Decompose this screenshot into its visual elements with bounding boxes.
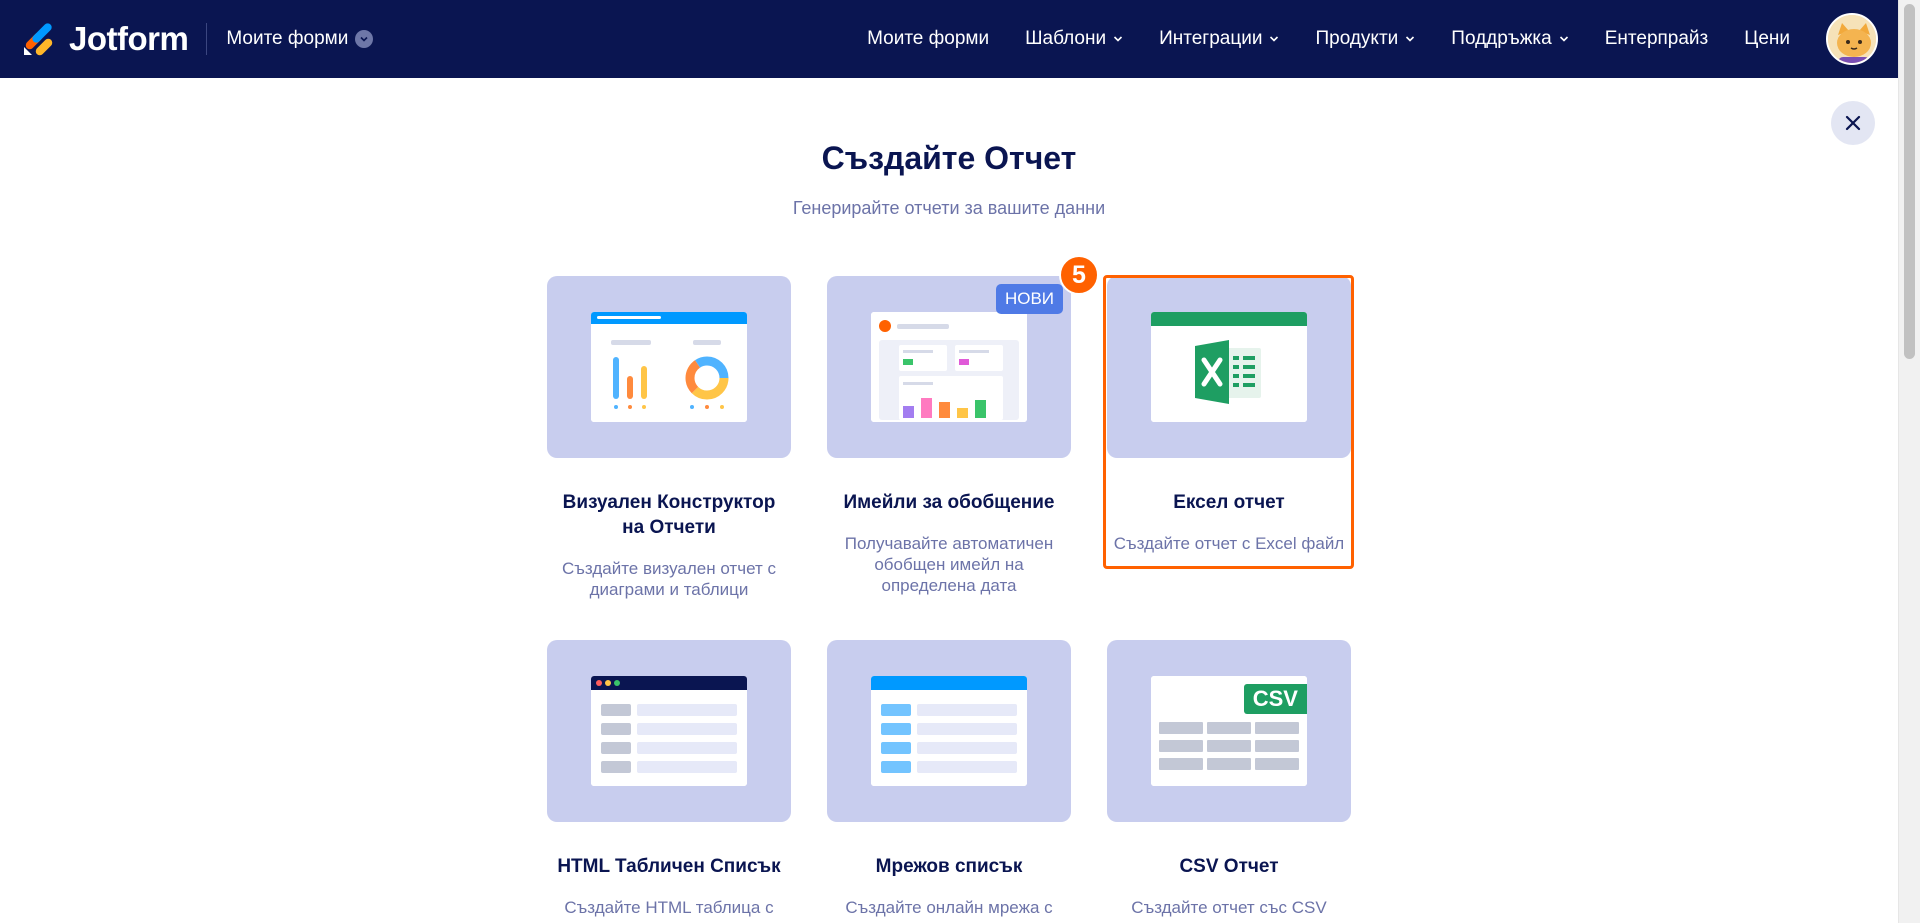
card-description: Създайте отчет със CSV (1131, 898, 1327, 917)
excel-icon (1151, 312, 1307, 422)
close-icon (1845, 115, 1861, 131)
chevron-down-icon (1559, 36, 1568, 42)
nav-enterprise[interactable]: Ентерпрайз (1605, 28, 1709, 50)
grid-list-icon (871, 676, 1027, 786)
nav-products[interactable]: Продукти (1315, 28, 1415, 50)
my-forms-dropdown[interactable]: Моите форми (226, 28, 374, 50)
report-card-csv[interactable]: CSV CSV Отчет Създайте отчет със CSV (1107, 640, 1351, 918)
csv-tag: CSV (1243, 684, 1307, 714)
chevron-down-icon (1114, 36, 1123, 42)
nav-my-forms[interactable]: Моите форми (867, 28, 989, 50)
card-title: Мрежов списък (875, 856, 1023, 877)
nav-support-label: Поддръжка (1451, 28, 1552, 49)
brand-name: Jotform (69, 20, 189, 57)
card-tile: НОВИ (827, 276, 1071, 458)
card-description: Създайте визуален отчет с диаграми и таб… (562, 559, 776, 599)
report-card-excel[interactable]: Ексел отчет Създайте отчет с Excel файл (1107, 276, 1351, 554)
card-tile (547, 640, 791, 822)
card-description: Създайте онлайн мрежа с (845, 898, 1053, 917)
chevron-down-icon (1270, 36, 1279, 42)
nav-enterprise-label: Ентерпрайз (1604, 28, 1709, 49)
card-title: Имейли за обобщение (843, 492, 1055, 513)
brand[interactable]: Jotform (22, 20, 189, 58)
scrollbar-thumb[interactable] (1904, 4, 1915, 359)
nav-templates[interactable]: Шаблони (1025, 28, 1123, 50)
page-scrollbar[interactable] (1898, 0, 1920, 923)
modal-title: Създайте Отчет (821, 140, 1077, 176)
jotform-logo-icon (24, 23, 53, 56)
card-title: CSV Отчет (1179, 856, 1279, 877)
card-description: Създайте HTML таблица с (564, 898, 774, 917)
report-card-html-table[interactable]: HTML Табличен Списък Създайте HTML табли… (547, 640, 791, 918)
card-tile (547, 276, 791, 458)
csv-preview: CSV (1151, 676, 1307, 786)
html-table-icon (591, 676, 747, 786)
chevron-down-icon (355, 30, 374, 48)
card-description: Създайте отчет с Excel файл (1113, 534, 1345, 553)
nav-support[interactable]: Поддръжка (1451, 28, 1568, 50)
cat-avatar-icon (1828, 15, 1876, 63)
page: Jotform Моите форми Моите форми Шаблони … (0, 0, 1920, 923)
chevron-down-icon (1406, 36, 1415, 42)
nav-my-forms-label: Моите форми (867, 28, 990, 49)
report-card-grid-list[interactable]: Мрежов списък Създайте онлайн мрежа с (827, 640, 1071, 918)
report-card-visual-builder[interactable]: Визуален Конструктор на Отчети Създайте … (547, 276, 791, 600)
email-dashboard-icon (871, 312, 1027, 422)
user-avatar[interactable] (1826, 13, 1878, 65)
step-badge: 5 (1059, 255, 1099, 295)
card-tile (827, 640, 1071, 822)
card-title: HTML Табличен Списък (557, 856, 781, 877)
nav-pricing[interactable]: Цени (1744, 28, 1790, 50)
modal-subtitle: Генерирайте отчети за вашите данни (792, 198, 1106, 218)
top-navigation-bar: Jotform Моите форми Моите форми Шаблони … (0, 0, 1898, 78)
card-title: Ексел отчет (1173, 492, 1285, 513)
nav-integrations-label: Интеграции (1159, 28, 1263, 49)
card-title: Визуален Конструктор на Отчети (562, 492, 776, 538)
nav-integrations[interactable]: Интеграции (1159, 28, 1279, 50)
close-button[interactable] (1831, 101, 1875, 145)
nav-pricing-label: Цени (1744, 28, 1790, 49)
card-tile: CSV (1107, 640, 1351, 822)
report-card-digest-emails[interactable]: НОВИ Имейли за обобщение Получавайте авт… (827, 276, 1071, 596)
card-description: Получавайте автоматичен обобщен имейл на… (844, 534, 1054, 595)
bar-and-donut-chart-icon (591, 312, 747, 422)
main-nav: Моите форми Шаблони Интеграции Продукти … (831, 0, 1790, 78)
brand-divider (206, 23, 208, 55)
my-forms-dropdown-label: Моите форми (226, 28, 349, 49)
new-badge: НОВИ (995, 284, 1063, 314)
card-tile (1107, 276, 1351, 458)
nav-templates-label: Шаблони (1025, 28, 1107, 49)
nav-products-label: Продукти (1315, 28, 1399, 49)
